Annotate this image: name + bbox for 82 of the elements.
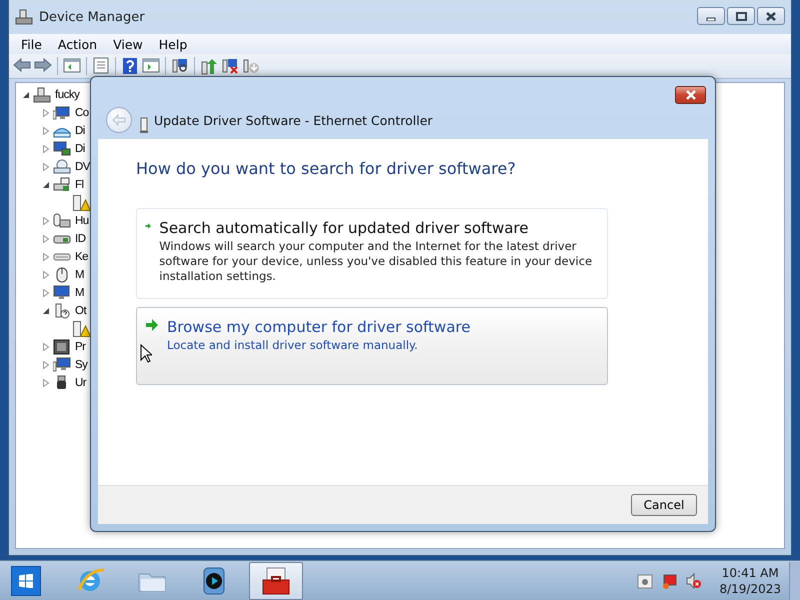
disc-drive-icon — [53, 159, 71, 175]
tree-item[interactable]: ID — [75, 233, 86, 245]
close-icon — [766, 12, 776, 20]
properties-icon[interactable] — [92, 57, 110, 75]
tree-item[interactable]: M — [75, 287, 84, 299]
help-icon[interactable] — [121, 57, 139, 75]
monitor-icon — [53, 285, 71, 301]
windows-logo-icon — [19, 574, 33, 588]
option-title: Search automatically for updated driver software — [159, 219, 530, 237]
muted-speaker-icon[interactable] — [685, 572, 702, 588]
tree-item[interactable]: fucky — [55, 89, 80, 101]
tree-item[interactable]: Ke — [75, 251, 88, 263]
tree-item[interactable]: Pr — [75, 341, 86, 353]
dialog-heading: How do you want to search for driver software? — [136, 159, 517, 178]
start-button[interactable] — [11, 566, 41, 596]
device-manager-icon — [15, 9, 33, 25]
tree-item[interactable]: Di — [75, 125, 85, 137]
expanded-arrow-icon[interactable] — [42, 307, 50, 315]
collapsed-arrow-icon[interactable] — [42, 343, 50, 351]
collapsed-arrow-icon[interactable] — [42, 145, 50, 153]
unknown-device-icon — [53, 303, 71, 319]
expanded-arrow-icon[interactable] — [42, 181, 50, 189]
maximize-button[interactable] — [727, 7, 755, 25]
panel-icon[interactable] — [142, 57, 160, 75]
close-button[interactable] — [675, 86, 706, 104]
toolbox-icon — [261, 566, 291, 596]
tree-item[interactable]: Ur — [75, 377, 86, 389]
menu-item[interactable]: Action — [50, 34, 106, 54]
cancel-button[interactable]: Cancel — [631, 494, 697, 516]
menu-item[interactable]: Help — [150, 34, 196, 54]
clock-time: 10:41 AM — [722, 564, 779, 580]
processor-icon — [53, 339, 71, 355]
option-description: Locate and install driver software manually. — [167, 338, 419, 353]
collapsed-arrow-icon[interactable] — [42, 379, 50, 387]
back-arrow-icon[interactable] — [13, 57, 31, 75]
disable-icon[interactable] — [242, 57, 260, 75]
collapsed-arrow-icon[interactable] — [42, 271, 50, 279]
collapsed-arrow-icon[interactable] — [42, 235, 50, 243]
collapsed-arrow-icon[interactable] — [42, 253, 50, 261]
update-driver-icon[interactable] — [200, 57, 218, 75]
computer-icon — [53, 357, 71, 373]
monitor-icon — [53, 105, 71, 121]
menu-item[interactable]: File — [13, 34, 50, 54]
collapsed-arrow-icon[interactable] — [42, 163, 50, 171]
warning-device-icon — [73, 321, 91, 337]
tree-item[interactable]: Sy — [75, 359, 88, 371]
window-title: Device Manager — [39, 10, 145, 24]
collapsed-arrow-icon[interactable] — [42, 361, 50, 369]
option-card[interactable] — [136, 208, 608, 299]
tree-item[interactable]: DV — [75, 161, 90, 173]
option-description: Windows will search your computer and the Internet for the latest driver software for your device, unless you've disabled this feature in your device installation settings. — [159, 239, 594, 284]
computer-icon — [33, 87, 51, 103]
dialog-title: Update Driver Software - Ethernet Controller — [154, 113, 433, 128]
monitor-icon — [53, 141, 71, 157]
option-title: Browse my computer for driver software — [167, 318, 470, 336]
menu-item[interactable]: View — [105, 34, 151, 54]
forward-arrow-icon[interactable] — [34, 57, 52, 75]
tree-item[interactable]: M — [75, 269, 84, 281]
maximize-icon — [736, 12, 746, 20]
collapsed-arrow-icon[interactable] — [42, 217, 50, 225]
clock-date: 8/19/2023 — [719, 580, 781, 596]
tree-item[interactable]: Di — [75, 143, 85, 155]
expanded-arrow-icon[interactable] — [22, 91, 30, 99]
scan-icon[interactable] — [171, 57, 189, 75]
warning-device-icon — [73, 195, 91, 211]
close-button[interactable] — [757, 7, 785, 25]
collapsed-arrow-icon[interactable] — [42, 127, 50, 135]
tree-item[interactable]: Fl — [75, 179, 84, 191]
tree-item[interactable]: Hu — [75, 215, 89, 227]
back-arrow-icon — [112, 114, 126, 126]
tree-item[interactable]: Ot — [75, 305, 86, 317]
mouse-cursor-icon — [140, 344, 152, 363]
panel-icon[interactable] — [63, 57, 81, 75]
arrow-icon — [145, 318, 159, 332]
minimize-button[interactable] — [697, 7, 725, 25]
option-card[interactable]: Browse my computer for driver software Locate and install driver software manually. — [136, 307, 608, 385]
collapsed-arrow-icon[interactable] — [42, 289, 50, 297]
uninstall-icon[interactable] — [221, 57, 239, 75]
tree-item[interactable]: Co — [75, 107, 89, 119]
close-icon — [684, 90, 696, 100]
taskbar-app-button[interactable] — [249, 562, 303, 600]
collapsed-arrow-icon[interactable] — [42, 109, 50, 117]
